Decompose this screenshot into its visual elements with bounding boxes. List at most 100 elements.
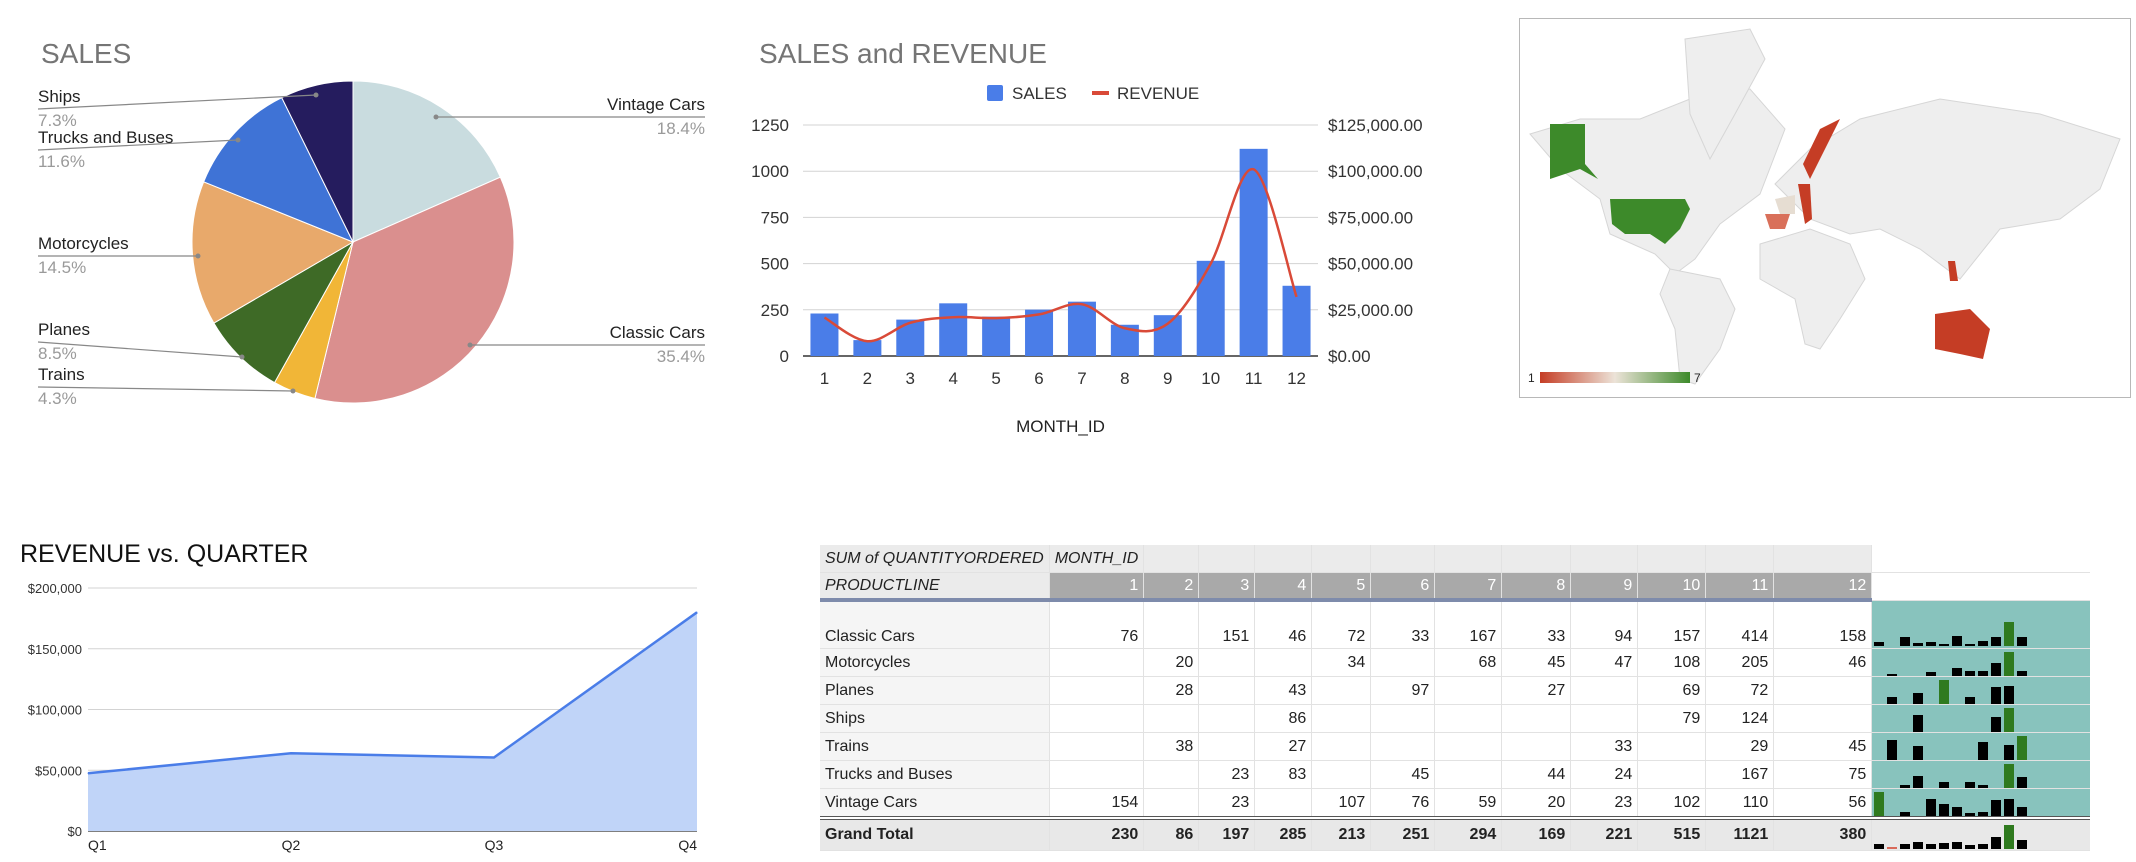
grand-total-cell: 197 xyxy=(1198,816,1256,851)
pie-leader-dot xyxy=(433,114,439,120)
row-label: Trains xyxy=(820,732,1050,761)
sparkline-bar xyxy=(1900,844,1911,849)
combo-chart-title: SALES and REVENUE xyxy=(759,38,1047,69)
sparkline-bar xyxy=(2004,824,2015,849)
revenue-area-fill xyxy=(88,612,697,831)
value-cell xyxy=(1637,732,1707,761)
sparkline-cell xyxy=(1871,732,2090,761)
value-cell xyxy=(1311,760,1372,789)
pie-percent: 8.5% xyxy=(38,344,77,363)
sparkline-bar xyxy=(1887,739,1898,760)
pie-leader-dot xyxy=(290,388,296,394)
row-label: Trucks and Buses xyxy=(820,760,1050,789)
sparkline-bar xyxy=(1952,842,1963,849)
x-axis-title: MONTH_ID xyxy=(1016,417,1105,436)
pie-percent: 14.5% xyxy=(38,258,86,277)
pie-leader-dot xyxy=(235,137,241,143)
x-axis-tick: 10 xyxy=(1201,369,1220,388)
sales-bar-10 xyxy=(1196,260,1225,356)
table-row: Planes 28 43 97 27 69 72 xyxy=(820,676,2090,705)
sparkline-bar xyxy=(1991,663,2002,676)
sparkline-bar xyxy=(1978,742,1989,760)
sparkline-bar xyxy=(1939,680,1950,704)
sparkline-cell xyxy=(1871,676,2090,705)
sparkline-bar xyxy=(1939,781,1950,788)
month-header: 4 xyxy=(1254,572,1313,602)
sparkline-bar xyxy=(1926,641,1937,646)
month-header: 9 xyxy=(1570,572,1639,602)
sparkline-bar xyxy=(1913,715,1924,732)
value-cell xyxy=(1370,732,1436,761)
value-cell: 72 xyxy=(1311,600,1372,649)
pie-percent: 7.3% xyxy=(38,111,77,130)
value-cell: 414 xyxy=(1705,600,1775,649)
pivot-empty-cell xyxy=(1637,545,1707,573)
value-cell: 46 xyxy=(1254,600,1313,649)
value-cell: 38 xyxy=(1143,732,1200,761)
sparkline-bar xyxy=(1991,716,2002,732)
value-cell: 79 xyxy=(1637,704,1707,733)
month-header: 12 xyxy=(1773,572,1873,602)
pie-label: Motorcycles xyxy=(38,234,129,253)
value-cell: 47 xyxy=(1570,648,1639,677)
sparkline xyxy=(1874,619,2088,646)
month-header: 5 xyxy=(1311,572,1372,602)
grand-total-cell: 251 xyxy=(1370,816,1436,851)
sparkline-header xyxy=(1871,545,2090,573)
x-axis-tick: 2 xyxy=(863,369,872,388)
value-cell xyxy=(1198,676,1256,705)
sparkline-bar xyxy=(1965,697,1976,704)
x-axis-tick: 7 xyxy=(1077,369,1086,388)
sales-revenue-chart: SALES REVENUE 0 $0.00 250 $25,000.00 500 $50,00… xyxy=(751,84,1423,436)
sparkline-bar xyxy=(1978,843,1989,849)
pivot-empty-cell xyxy=(1501,545,1572,573)
grand-total-cell: 169 xyxy=(1501,816,1572,851)
value-cell xyxy=(1501,704,1572,733)
sparkline-header xyxy=(1871,572,2090,601)
value-cell: 102 xyxy=(1637,788,1707,819)
value-cell: 97 xyxy=(1370,676,1436,705)
sparkline-bar xyxy=(1978,670,1989,676)
value-cell xyxy=(1198,732,1256,761)
map-legend-max: 7 xyxy=(1694,371,1701,385)
map-africa xyxy=(1759,228,1866,350)
left-axis-tick: 1000 xyxy=(751,162,789,181)
value-cell xyxy=(1143,760,1200,789)
value-cell: 205 xyxy=(1705,648,1775,677)
sparkline-cell xyxy=(1871,816,2090,851)
table-row: Vintage Cars 154 23 107 76 59 20 23 102 110 56 xyxy=(820,788,2090,819)
pivot-empty-cell xyxy=(1570,545,1639,573)
value-cell: 29 xyxy=(1705,732,1775,761)
pie-leader-dot xyxy=(195,253,201,259)
sparkline-bar xyxy=(2004,652,2015,676)
sparkline-cell xyxy=(1871,704,2090,733)
x-axis-tick: 5 xyxy=(991,369,1000,388)
map-australia xyxy=(1935,309,1990,359)
sparkline-bar xyxy=(1991,800,2002,816)
sparkline-bar xyxy=(1965,670,1976,676)
value-cell: 110 xyxy=(1705,788,1775,819)
grand-total-cell: 230 xyxy=(1049,816,1145,851)
sparkline-cell xyxy=(1871,788,2090,819)
sparkline-bar xyxy=(2017,807,2028,816)
value-cell xyxy=(1254,788,1313,819)
pivot-corner-label: SUM of QUANTITYORDERED xyxy=(820,545,1050,573)
map-north-america xyxy=(1529,88,1786,275)
value-cell: 20 xyxy=(1143,648,1200,677)
value-cell xyxy=(1049,760,1145,789)
revenue-point-Q1 xyxy=(87,772,89,774)
x-axis-tick: 4 xyxy=(948,369,957,388)
value-cell xyxy=(1637,760,1707,789)
pie-label: Ships xyxy=(38,87,81,106)
map-france xyxy=(1775,195,1795,214)
sparkline-bar xyxy=(2017,636,2028,646)
sparkline-bar xyxy=(1900,812,1911,816)
table-row: Motorcycles 20 34 68 45 47 108 205 46 xyxy=(820,648,2090,677)
value-cell xyxy=(1434,760,1503,789)
grand-total-row: Grand Total 230 86 197 285 213 251 294 169 221 515… xyxy=(820,816,2090,851)
right-axis-tick: $125,000.00 xyxy=(1328,116,1423,135)
value-cell: 108 xyxy=(1637,648,1707,677)
right-axis-tick: $0.00 xyxy=(1328,347,1371,366)
pie-leader-dot xyxy=(239,354,245,360)
y-axis-tick: $50,000 xyxy=(35,763,82,778)
